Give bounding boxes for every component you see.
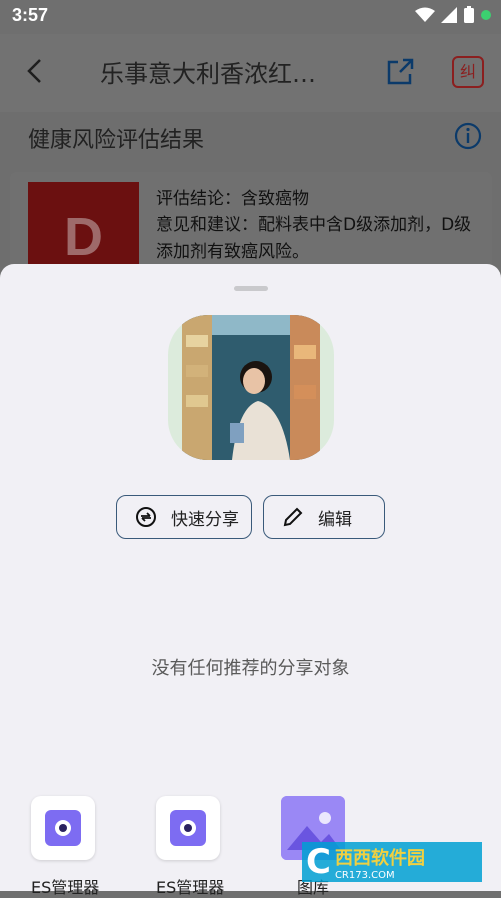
advice-text: 意见和建议：配料表中含D级添加剂，D级添加剂有致癌风险。 bbox=[156, 215, 472, 262]
content-area: 健康风险评估结果 D 评估结论：含致癌物 意见和建议：配料表中含D级添加剂，D级… bbox=[0, 112, 501, 282]
empty-recommendations-text: 没有任何推荐的分享对象 bbox=[151, 658, 350, 679]
signal-icon bbox=[441, 7, 457, 23]
back-button[interactable] bbox=[22, 56, 52, 86]
chevron-left-icon bbox=[27, 59, 41, 83]
info-icon bbox=[454, 122, 482, 150]
preview-photo bbox=[182, 315, 320, 460]
watermark: C 西西软件园 CR173.COM bbox=[302, 842, 482, 882]
watermark-url: CR173.COM bbox=[334, 869, 395, 881]
es-logo-graphic bbox=[170, 810, 206, 846]
watermark-title: 西西软件园 bbox=[334, 847, 425, 869]
drag-handle[interactable] bbox=[234, 286, 268, 291]
battery-icon bbox=[464, 6, 474, 23]
privacy-indicator-icon bbox=[481, 10, 491, 20]
status-bar: 3:57 bbox=[0, 0, 501, 34]
page-title: 乐事意大利香浓红… bbox=[100, 60, 316, 88]
es-file-manager-icon bbox=[156, 796, 220, 860]
app-label: ES管理器 bbox=[31, 878, 100, 897]
app-label: ES管理器 bbox=[156, 878, 225, 897]
edit-label: 编辑 bbox=[318, 509, 352, 530]
watermark-logo: C bbox=[306, 842, 331, 882]
app-bar: 乐事意大利香浓红… 纠 bbox=[0, 34, 501, 112]
quick-share-icon bbox=[136, 507, 156, 527]
app-target-es-2[interactable]: ES管理器 bbox=[156, 796, 225, 898]
status-time: 3:57 bbox=[12, 5, 49, 25]
wifi-icon bbox=[415, 7, 435, 22]
share-icon bbox=[387, 58, 414, 85]
status-icons bbox=[415, 6, 491, 24]
conclusion-text: 评估结论：含致癌物 bbox=[156, 189, 309, 209]
es-file-manager-icon bbox=[31, 796, 95, 860]
report-error-button[interactable]: 纠 bbox=[452, 56, 484, 88]
share-preview-image bbox=[168, 315, 334, 460]
share-button[interactable] bbox=[384, 56, 416, 92]
es-logo-graphic bbox=[45, 810, 81, 846]
quick-share-button[interactable]: 快速分享 bbox=[116, 495, 252, 539]
share-sheet: 快速分享 编辑 没有任何推荐的分享对象 ES管理器 ES管理器 图库 bbox=[0, 264, 501, 897]
info-button[interactable] bbox=[454, 122, 482, 154]
app-target-es-1[interactable]: ES管理器 bbox=[31, 796, 100, 898]
section-title: 健康风险评估结果 bbox=[28, 128, 205, 153]
edit-button[interactable]: 编辑 bbox=[263, 495, 385, 539]
pencil-icon bbox=[283, 507, 303, 527]
quick-share-label: 快速分享 bbox=[171, 509, 239, 530]
